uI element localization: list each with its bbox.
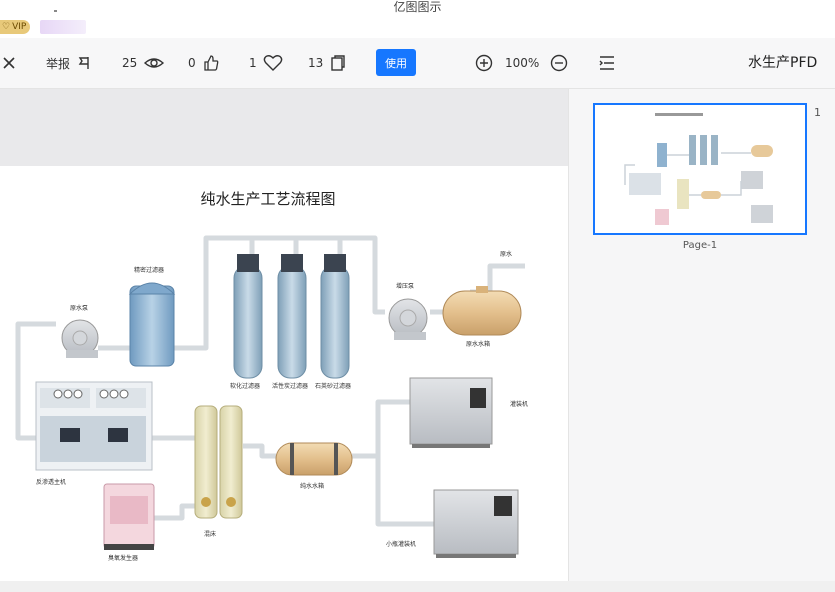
label-mixed-bed: 混床 <box>204 530 216 538</box>
booster-pump <box>388 298 428 340</box>
label-raw-pump: 原水泵 <box>70 304 88 312</box>
zoom-level: 100% <box>505 56 540 70</box>
zoom-out-button[interactable] <box>550 50 568 76</box>
thumbs-up-button[interactable]: 0 <box>188 50 220 76</box>
thumbs-up-icon <box>203 55 219 71</box>
label-carbon-filter: 活性炭过滤器 <box>272 382 308 390</box>
views-counter: 25 <box>122 50 165 76</box>
eye-icon <box>144 58 165 68</box>
filter-columns <box>233 254 350 379</box>
zoom-in-icon <box>475 54 493 72</box>
title-bar: 亿图图示 ♡ VIP <box>0 0 835 38</box>
flag-icon <box>78 57 89 69</box>
copy-button[interactable]: 13 <box>308 50 347 76</box>
filling-machine-2 <box>433 489 519 558</box>
report-button[interactable]: 举报 <box>46 50 92 76</box>
vip-label: VIP <box>12 22 27 32</box>
vip-badge[interactable]: ♡ VIP <box>0 20 31 34</box>
precision-filter <box>128 282 176 367</box>
toolbar: 举报 25 0 1 13 使用 100% 水生产PFD <box>0 38 835 89</box>
favorite-button[interactable]: 1 <box>249 50 283 76</box>
mixed-bed <box>194 405 243 519</box>
diagram-page[interactable]: 纯水生产工艺流程图 原水 增压泵 原水水箱 精密过滤器 原水泵 软化过滤器 活性… <box>0 166 568 581</box>
label-filler-2: 小瓶灌装机 <box>386 540 416 548</box>
views-count: 25 <box>122 56 138 70</box>
label-raw-water: 原水 <box>500 250 512 258</box>
canvas-area[interactable]: 纯水生产工艺流程图 原水 增压泵 原水水箱 精密过滤器 原水泵 软化过滤器 活性… <box>0 89 568 581</box>
raw-water-pump <box>61 319 99 358</box>
ozone-generator <box>103 483 155 550</box>
use-template-button[interactable]: 使用 <box>376 49 416 76</box>
pure-water-tank <box>275 442 353 476</box>
ro-unit <box>35 381 153 471</box>
page-number: 1 <box>814 106 821 119</box>
close-button[interactable] <box>2 50 16 76</box>
zoom-in-button[interactable] <box>475 50 493 76</box>
label-quartz-filter: 石英砂过滤器 <box>315 382 351 390</box>
diagram-title: 纯水生产工艺流程图 <box>200 190 335 208</box>
likes-count: 1 <box>249 56 257 70</box>
raw-water-tank <box>442 286 522 336</box>
page-thumbnail[interactable] <box>593 103 807 235</box>
list-icon <box>599 56 614 70</box>
document-title: 水生产PFD <box>748 55 818 71</box>
label-pure-tank: 纯水水箱 <box>300 482 324 490</box>
label-raw-tank: 原水水箱 <box>466 340 490 348</box>
vip-banner[interactable] <box>40 20 86 34</box>
horizontal-scrollbar[interactable] <box>0 581 835 592</box>
process-flow-diagram: 纯水生产工艺流程图 原水 增压泵 原水水箱 精密过滤器 原水泵 软化过滤器 活性… <box>15 190 528 562</box>
report-label: 举报 <box>46 56 71 71</box>
close-icon <box>3 57 15 69</box>
label-ro-unit: 反渗透主机 <box>36 478 66 486</box>
thumbs-count: 0 <box>188 56 196 70</box>
page-name: Page-1 <box>682 240 718 251</box>
user-name-dot <box>50 2 64 12</box>
outline-toggle-button[interactable] <box>598 50 616 76</box>
label-booster-pump: 增压泵 <box>396 282 414 290</box>
filling-machine-1 <box>409 377 493 448</box>
label-precision-filter: 精密过滤器 <box>134 266 164 274</box>
heart-icon <box>263 55 282 71</box>
vip-icon: ♡ <box>2 22 11 32</box>
label-softener: 软化过滤器 <box>230 382 260 390</box>
thumbnail-preview <box>613 109 789 229</box>
app-title: 亿图图示 <box>393 0 442 14</box>
zoom-out-icon <box>550 54 568 72</box>
copy-icon <box>331 55 345 71</box>
label-ozone: 臭氧发生器 <box>108 554 138 562</box>
label-filler-1: 灌装机 <box>510 400 528 408</box>
pages-count: 13 <box>308 56 324 70</box>
